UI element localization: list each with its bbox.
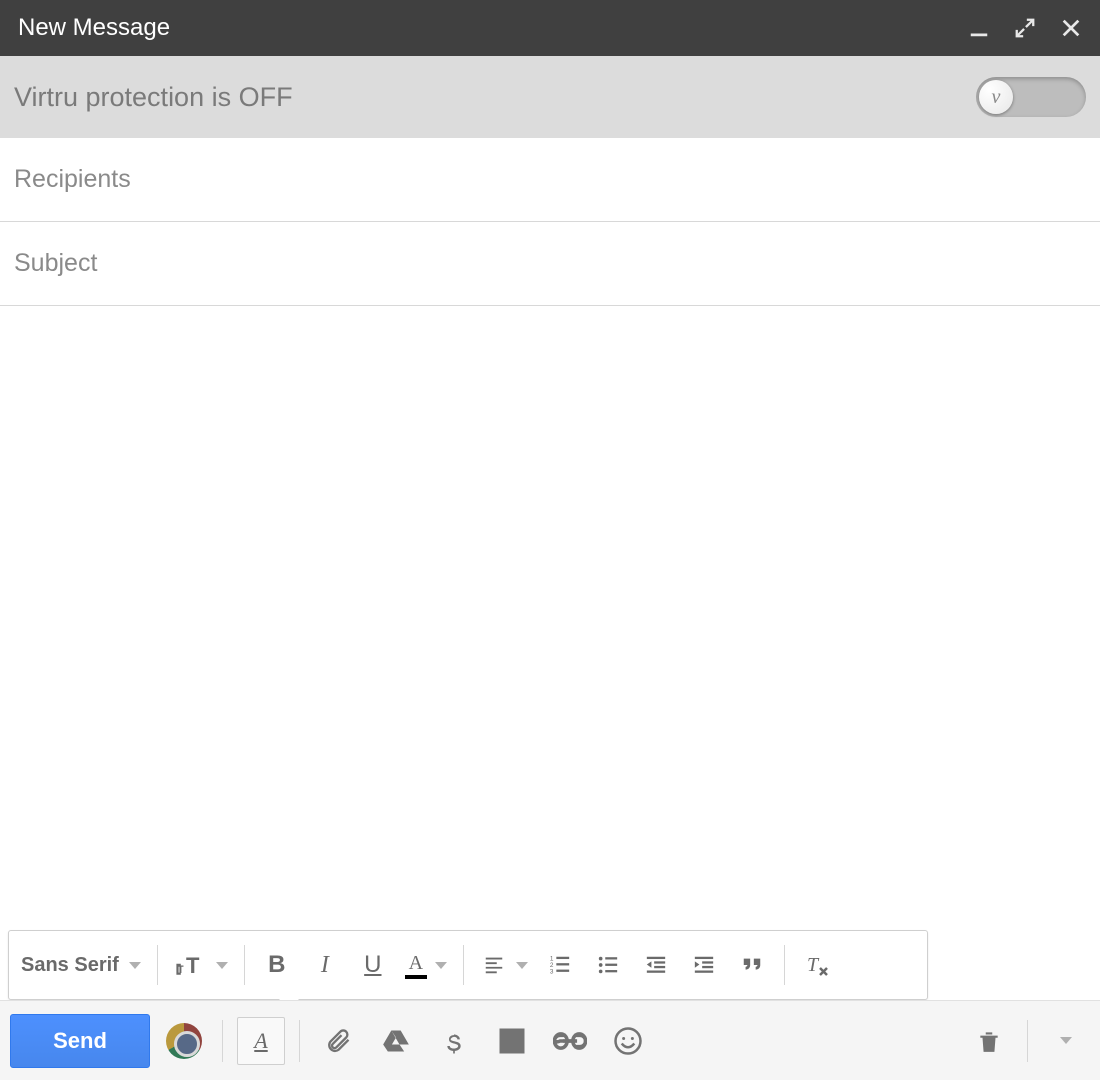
- font-family-label: Sans Serif: [21, 954, 119, 977]
- separator: [784, 945, 785, 985]
- chevron-down-icon: [216, 962, 228, 969]
- separator: [463, 945, 464, 985]
- drive-icon[interactable]: [372, 1017, 420, 1065]
- subject-input[interactable]: [14, 249, 1086, 278]
- indent-less-button[interactable]: [636, 945, 676, 985]
- extension-icon[interactable]: [160, 1017, 208, 1065]
- close-icon[interactable]: [1060, 17, 1082, 39]
- formatting-toggle-button[interactable]: A: [237, 1017, 285, 1065]
- chevron-down-icon: [129, 962, 141, 969]
- svg-text:T: T: [807, 954, 820, 976]
- more-options-button[interactable]: [1042, 1017, 1090, 1065]
- font-size-button[interactable]: т T: [170, 945, 232, 985]
- minimize-icon[interactable]: [968, 17, 990, 39]
- expand-icon[interactable]: [1014, 17, 1036, 39]
- font-family-select[interactable]: Sans Serif: [21, 954, 145, 977]
- text-color-glyph: A: [409, 952, 423, 975]
- virtru-toggle[interactable]: v: [976, 77, 1086, 117]
- trash-icon[interactable]: [965, 1017, 1013, 1065]
- text-color-button[interactable]: A: [401, 945, 451, 985]
- subject-row: [0, 222, 1100, 306]
- separator: [222, 1020, 223, 1062]
- text-color-bar: [405, 975, 427, 979]
- formatting-toolbar: Sans Serif т T B I U A 123: [8, 930, 928, 1000]
- attach-file-icon[interactable]: [314, 1017, 362, 1065]
- insert-photo-icon[interactable]: [488, 1017, 536, 1065]
- svg-text:т: т: [177, 960, 184, 976]
- emoji-icon[interactable]: [604, 1017, 652, 1065]
- chevron-down-icon: [1060, 1037, 1072, 1044]
- align-button[interactable]: [476, 945, 532, 985]
- quote-button[interactable]: [732, 945, 772, 985]
- compose-action-bar: Send A: [0, 1000, 1100, 1080]
- underline-button[interactable]: U: [353, 945, 393, 985]
- window-title: New Message: [18, 14, 170, 42]
- remove-formatting-button[interactable]: T: [797, 945, 837, 985]
- separator: [1027, 1020, 1028, 1062]
- window-titlebar: New Message: [0, 0, 1100, 56]
- money-icon[interactable]: [430, 1017, 478, 1065]
- separator: [299, 1020, 300, 1062]
- chevron-down-icon: [516, 962, 528, 969]
- recipients-row: [0, 138, 1100, 222]
- virtru-status-text: Virtru protection is OFF: [14, 82, 293, 113]
- svg-text:3: 3: [550, 968, 554, 975]
- separator: [244, 945, 245, 985]
- send-button[interactable]: Send: [10, 1014, 150, 1068]
- italic-button[interactable]: I: [305, 945, 345, 985]
- bulleted-list-button[interactable]: [588, 945, 628, 985]
- insert-link-icon[interactable]: [546, 1017, 594, 1065]
- indent-more-button[interactable]: [684, 945, 724, 985]
- virtru-protection-bar: Virtru protection is OFF v: [0, 56, 1100, 138]
- window-actions: [968, 17, 1082, 39]
- chevron-down-icon: [435, 962, 447, 969]
- svg-text:T: T: [186, 953, 200, 977]
- virtru-toggle-knob: v: [979, 80, 1013, 114]
- bold-button[interactable]: B: [257, 945, 297, 985]
- numbered-list-button[interactable]: 123: [540, 945, 580, 985]
- separator: [157, 945, 158, 985]
- recipients-input[interactable]: [14, 165, 1086, 194]
